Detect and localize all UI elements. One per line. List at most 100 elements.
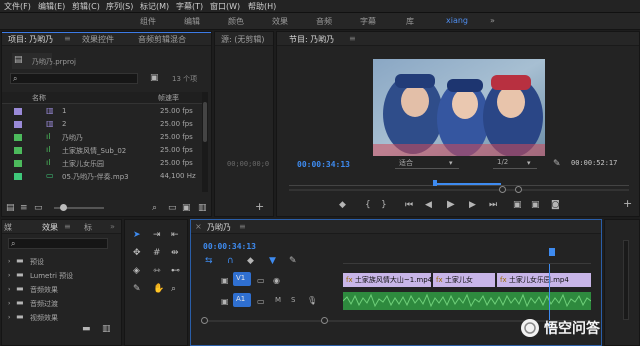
- step-forward-icon[interactable]: ▶: [469, 200, 476, 210]
- snap-icon[interactable]: ⇆: [205, 256, 213, 266]
- slip-tool-icon[interactable]: ⇿: [153, 266, 161, 276]
- video-clip[interactable]: fx 土家儿女乐园.mp4: [497, 273, 591, 287]
- list-item[interactable]: ıl 乃哟乃 25.00 fps: [2, 132, 202, 144]
- hand-tool-icon[interactable]: ✋: [153, 284, 164, 294]
- column-name[interactable]: 名称: [32, 93, 46, 103]
- delete-icon[interactable]: ▥: [198, 203, 207, 213]
- tab-media-browser[interactable]: 媒: [4, 222, 12, 233]
- track-select-tool-icon[interactable]: ⇥: [153, 230, 161, 240]
- settings-icon[interactable]: ▼: [269, 256, 276, 266]
- menu-edit[interactable]: 编辑(E): [38, 1, 65, 12]
- program-zoom-bar[interactable]: [289, 186, 629, 193]
- add-button-icon[interactable]: +: [255, 201, 264, 212]
- tree-item[interactable]: › ▬ Lumetri 预设: [6, 270, 116, 282]
- tab-audio-clip-mixer[interactable]: 音频剪辑混合: [138, 34, 186, 45]
- video-clip[interactable]: fx 土家儿女: [433, 273, 495, 287]
- play-icon[interactable]: ▶: [447, 200, 455, 210]
- workspace-tab-effects[interactable]: 效果: [272, 16, 288, 27]
- mark-out-icon[interactable]: }: [381, 200, 387, 210]
- step-back-icon[interactable]: ◀: [425, 200, 432, 210]
- workspace-tab-xiang[interactable]: xiang: [446, 16, 468, 25]
- menu-marker[interactable]: 标记(M): [140, 1, 169, 12]
- lock-icon[interactable]: ▣: [221, 276, 229, 286]
- effects-search-input[interactable]: ⌕: [8, 238, 108, 249]
- pen-tool-icon[interactable]: ✎: [133, 284, 141, 294]
- program-title[interactable]: 节目: 乃哟乃: [289, 34, 334, 45]
- list-item[interactable]: ▥ 1 25.00 fps: [2, 106, 202, 118]
- menu-clip[interactable]: 剪辑(C): [72, 1, 100, 12]
- close-icon[interactable]: ×: [195, 222, 202, 231]
- timeline-timecode[interactable]: 00:00:34:13: [203, 242, 256, 251]
- video-clip[interactable]: fx 土家族风情大山~1.mp4: [343, 273, 431, 287]
- lift-icon[interactable]: ▣: [513, 200, 522, 210]
- sequence-tab[interactable]: 乃哟乃: [207, 222, 231, 233]
- tree-item[interactable]: › ▬ 视频效果: [6, 312, 116, 324]
- list-item[interactable]: ▥ 2 25.00 fps: [2, 119, 202, 131]
- workspace-tab-editing[interactable]: 编辑: [184, 16, 200, 27]
- go-to-in-icon[interactable]: ⏮: [405, 200, 413, 210]
- wrench-icon[interactable]: ✎: [289, 256, 297, 266]
- add-marker-icon[interactable]: ◆: [339, 200, 346, 210]
- microphone-icon[interactable]: 🎙: [307, 296, 317, 306]
- v1-track-target[interactable]: V1: [233, 272, 251, 286]
- search-input[interactable]: ⌕: [10, 73, 138, 84]
- extract-icon[interactable]: ▣: [531, 200, 540, 210]
- timeline-ruler[interactable]: [343, 242, 591, 264]
- workspace-tab-library[interactable]: 库: [406, 16, 414, 27]
- tab-project[interactable]: 项目: 乃哟乃: [8, 34, 53, 45]
- new-bin-icon[interactable]: ▭: [168, 203, 177, 213]
- tree-item[interactable]: › ▬ 预设: [6, 256, 116, 268]
- lock-icon[interactable]: ▣: [221, 297, 229, 307]
- sync-lock-icon[interactable]: ▭: [257, 297, 265, 307]
- project-scrollbar[interactable]: [202, 92, 208, 192]
- linked-selection-icon[interactable]: ∩: [227, 256, 234, 266]
- workspace-tab-audio[interactable]: 音频: [316, 16, 332, 27]
- workspace-tab-titles[interactable]: 字幕: [360, 16, 376, 27]
- menu-file[interactable]: 文件(F): [4, 1, 31, 12]
- rate-stretch-tool-icon[interactable]: ⇹: [171, 248, 179, 258]
- wrench-icon[interactable]: ✎: [553, 159, 561, 169]
- zoom-slider[interactable]: [54, 204, 104, 211]
- tab-markers[interactable]: 标: [84, 222, 92, 233]
- list-item[interactable]: ıl 土家族风情_Sub_02 25.00 fps: [2, 145, 202, 157]
- workspace-tab-assembly[interactable]: 组件: [140, 16, 156, 27]
- camera-icon[interactable]: ◙: [551, 200, 560, 210]
- zoom-tool-icon[interactable]: ⌕: [171, 284, 176, 294]
- tree-item[interactable]: › ▬ 音频过渡: [6, 298, 116, 310]
- workspace-more-button[interactable]: »: [490, 16, 495, 25]
- new-bin-icon[interactable]: ▬: [82, 324, 91, 334]
- new-bin-icon[interactable]: ▣: [150, 73, 159, 83]
- razor-tool-icon[interactable]: ◈: [133, 266, 140, 276]
- mark-in-icon[interactable]: {: [365, 200, 371, 210]
- list-item[interactable]: ıl 土家儿女乐园 25.00 fps: [2, 158, 202, 170]
- eye-icon[interactable]: ◉: [273, 276, 280, 286]
- menu-window[interactable]: 窗口(W): [210, 1, 240, 12]
- list-view-icon[interactable]: ≡: [20, 203, 28, 213]
- find-icon[interactable]: ⌕: [152, 203, 157, 213]
- list-item[interactable]: ▭ 05.乃哟乃-伴奏.mp3 44,100 Hz: [2, 171, 202, 183]
- source-title[interactable]: 源: (无剪辑): [221, 34, 264, 45]
- go-to-out-icon[interactable]: ⏭: [489, 200, 497, 210]
- menu-title[interactable]: 字幕(T): [176, 1, 203, 12]
- a1-track-target[interactable]: A1: [233, 293, 251, 307]
- delete-icon[interactable]: ▥: [102, 324, 111, 334]
- menu-sequence[interactable]: 序列(S): [106, 1, 133, 12]
- sync-lock-icon[interactable]: ▭: [257, 276, 265, 286]
- program-time-ruler[interactable]: [289, 178, 629, 186]
- icon-view-icon[interactable]: ▭: [34, 203, 43, 213]
- menu-help[interactable]: 帮助(H): [248, 1, 276, 12]
- quality-dropdown[interactable]: 1/2 ▾: [493, 158, 537, 169]
- fit-dropdown[interactable]: 适合 ▾: [395, 158, 459, 169]
- solo-button[interactable]: S: [291, 296, 295, 304]
- rolling-edit-tool-icon[interactable]: #: [153, 248, 161, 258]
- tab-effects[interactable]: 效果: [42, 222, 58, 233]
- selection-tool-icon[interactable]: ➤: [133, 230, 141, 240]
- column-frame-rate[interactable]: 帧速率: [158, 93, 179, 103]
- add-button-icon[interactable]: +: [623, 198, 632, 209]
- add-marker-icon[interactable]: ◆: [247, 256, 254, 266]
- new-item-icon[interactable]: ▣: [182, 203, 191, 213]
- workspace-tab-color[interactable]: 颜色: [228, 16, 244, 27]
- audio-clip[interactable]: [343, 292, 591, 310]
- tab-effect-controls[interactable]: 效果控件: [82, 34, 114, 45]
- slide-tool-icon[interactable]: ⊷: [171, 266, 180, 276]
